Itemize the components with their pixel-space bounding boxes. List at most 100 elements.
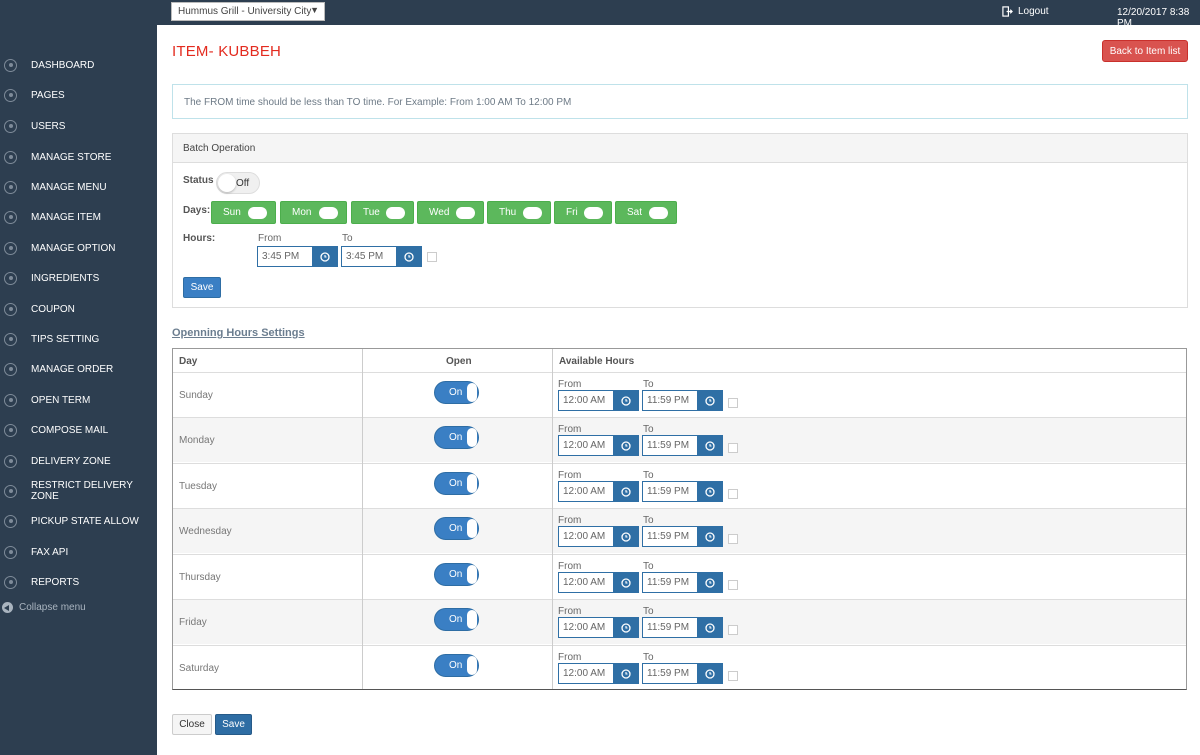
hours-checkbox[interactable] bbox=[728, 580, 738, 590]
from-time-input[interactable]: 12:00 AM bbox=[558, 617, 639, 638]
clock-icon[interactable] bbox=[312, 247, 337, 266]
logout-icon bbox=[1002, 6, 1013, 17]
time-value: 12:00 AM bbox=[563, 486, 606, 497]
collapse-menu-button[interactable]: Collapse menu bbox=[2, 602, 86, 613]
back-to-item-list-button[interactable]: Back to Item list bbox=[1102, 40, 1188, 62]
sidebar-item-restrict-delivery-zone[interactable]: RESTRICT DELIVERY ZONE bbox=[0, 479, 157, 503]
day-toggle-label: Wed bbox=[429, 207, 450, 218]
clock-icon[interactable] bbox=[697, 482, 722, 501]
sidebar-item-ingredients[interactable]: INGREDIENTS bbox=[0, 266, 157, 290]
batch-save-button[interactable]: Save bbox=[183, 277, 221, 298]
sidebar-item-open-term[interactable]: OPEN TERM bbox=[0, 388, 157, 412]
batch-from-time-input[interactable]: 3:45 PM bbox=[257, 246, 338, 267]
store-select[interactable]: Hummus Grill - University City ▼ bbox=[171, 2, 325, 21]
day-toggle-wed[interactable]: Wed bbox=[417, 201, 484, 224]
time-value: 11:59 PM bbox=[647, 395, 690, 406]
to-time-input[interactable]: 11:59 PM bbox=[642, 435, 723, 456]
day-toggle-sat[interactable]: Sat bbox=[615, 201, 677, 224]
clock-icon[interactable] bbox=[697, 664, 722, 683]
from-label: From bbox=[558, 606, 582, 617]
from-time-input[interactable]: 12:00 AM bbox=[558, 526, 639, 547]
from-time-input[interactable]: 12:00 AM bbox=[558, 435, 639, 456]
top-bar: Hummus Grill - University City ▼ Logout … bbox=[0, 0, 1200, 29]
sidebar-item-manage-store[interactable]: MANAGE STORE bbox=[0, 145, 157, 169]
clock-icon[interactable] bbox=[613, 436, 638, 455]
save-button[interactable]: Save bbox=[215, 714, 252, 735]
gear-icon bbox=[4, 150, 17, 164]
day-cell: Wednesday bbox=[179, 526, 232, 537]
sidebar-item-manage-order[interactable]: MANAGE ORDER bbox=[0, 357, 157, 381]
day-toggle-tue[interactable]: Tue bbox=[351, 201, 414, 224]
hours-checkbox[interactable] bbox=[728, 489, 738, 499]
sidebar-item-delivery-zone[interactable]: DELIVERY ZONE bbox=[0, 449, 157, 473]
to-label: To bbox=[643, 515, 654, 526]
day-toggle-label: Tue bbox=[363, 207, 380, 218]
batch-hours-checkbox[interactable] bbox=[427, 252, 437, 262]
clock-icon[interactable] bbox=[396, 247, 421, 266]
hours-checkbox[interactable] bbox=[728, 443, 738, 453]
open-toggle[interactable]: On bbox=[434, 381, 479, 404]
hours-checkbox[interactable] bbox=[728, 398, 738, 408]
to-time-input[interactable]: 11:59 PM bbox=[642, 481, 723, 502]
day-toggle-sun[interactable]: Sun bbox=[211, 201, 276, 224]
sidebar-item-users[interactable]: USERS bbox=[0, 114, 157, 138]
clock-icon[interactable] bbox=[613, 527, 638, 546]
sidebar-item-compose-mail[interactable]: COMPOSE MAIL bbox=[0, 418, 157, 442]
column-divider bbox=[362, 349, 363, 689]
from-time-input[interactable]: 12:00 AM bbox=[558, 481, 639, 502]
clock-icon[interactable] bbox=[613, 573, 638, 592]
open-toggle[interactable]: On bbox=[434, 608, 479, 631]
from-time-input[interactable]: 12:00 AM bbox=[558, 663, 639, 684]
sidebar-item-label: MANAGE OPTION bbox=[31, 242, 116, 254]
open-toggle[interactable]: On bbox=[434, 654, 479, 677]
sidebar-item-pickup-state-allow[interactable]: PICKUP STATE ALLOW bbox=[0, 509, 157, 533]
open-toggle[interactable]: On bbox=[434, 517, 479, 540]
batch-to-time-input[interactable]: 3:45 PM bbox=[341, 246, 422, 267]
day-toggle-mon[interactable]: Mon bbox=[280, 201, 347, 224]
column-divider bbox=[552, 349, 553, 689]
open-toggle-text: On bbox=[449, 432, 463, 443]
to-time-input[interactable]: 11:59 PM bbox=[642, 572, 723, 593]
clock-icon[interactable] bbox=[613, 664, 638, 683]
hours-checkbox[interactable] bbox=[728, 625, 738, 635]
to-time-input[interactable]: 11:59 PM bbox=[642, 663, 723, 684]
clock-icon[interactable] bbox=[697, 618, 722, 637]
clock-icon[interactable] bbox=[613, 482, 638, 501]
store-select-value: Hummus Grill - University City bbox=[178, 6, 312, 17]
day-toggle-thu[interactable]: Thu bbox=[487, 201, 551, 224]
clock-icon[interactable] bbox=[697, 573, 722, 592]
to-label: To bbox=[643, 561, 654, 572]
open-toggle[interactable]: On bbox=[434, 563, 479, 586]
day-toggle-fri[interactable]: Fri bbox=[554, 201, 612, 224]
logout-link[interactable]: Logout bbox=[1002, 6, 1049, 17]
sidebar-item-manage-item[interactable]: MANAGE ITEM bbox=[0, 205, 157, 229]
day-toggle-label: Sun bbox=[223, 207, 241, 218]
to-time-input[interactable]: 11:59 PM bbox=[642, 526, 723, 547]
close-button[interactable]: Close bbox=[172, 714, 212, 735]
sidebar-item-fax-api[interactable]: FAX API bbox=[0, 540, 157, 564]
open-toggle[interactable]: On bbox=[434, 472, 479, 495]
clock-icon[interactable] bbox=[697, 527, 722, 546]
clock-icon[interactable] bbox=[697, 436, 722, 455]
clock-icon[interactable] bbox=[613, 391, 638, 410]
time-value: 12:00 AM bbox=[563, 395, 606, 406]
sidebar: DASHBOARD PAGES USERS MANAGE STORE MANAG… bbox=[0, 25, 157, 755]
sidebar-item-dashboard[interactable]: DASHBOARD bbox=[0, 53, 157, 77]
sidebar-item-manage-menu[interactable]: MANAGE MENU bbox=[0, 175, 157, 199]
from-time-input[interactable]: 12:00 AM bbox=[558, 390, 639, 411]
open-toggle[interactable]: On bbox=[434, 426, 479, 449]
clock-icon[interactable] bbox=[697, 391, 722, 410]
sidebar-item-tips-setting[interactable]: TIPS SETTING bbox=[0, 327, 157, 351]
time-value: 3:45 PM bbox=[262, 251, 300, 262]
status-toggle[interactable]: Off bbox=[216, 172, 260, 194]
sidebar-item-coupon[interactable]: COUPON bbox=[0, 297, 157, 321]
from-time-input[interactable]: 12:00 AM bbox=[558, 572, 639, 593]
clock-icon[interactable] bbox=[613, 618, 638, 637]
to-time-input[interactable]: 11:59 PM bbox=[642, 390, 723, 411]
hours-checkbox[interactable] bbox=[728, 534, 738, 544]
hours-checkbox[interactable] bbox=[728, 671, 738, 681]
to-time-input[interactable]: 11:59 PM bbox=[642, 617, 723, 638]
sidebar-item-pages[interactable]: PAGES bbox=[0, 83, 157, 107]
sidebar-item-manage-option[interactable]: MANAGE OPTION bbox=[0, 236, 157, 260]
sidebar-item-reports[interactable]: REPORTS bbox=[0, 570, 157, 594]
